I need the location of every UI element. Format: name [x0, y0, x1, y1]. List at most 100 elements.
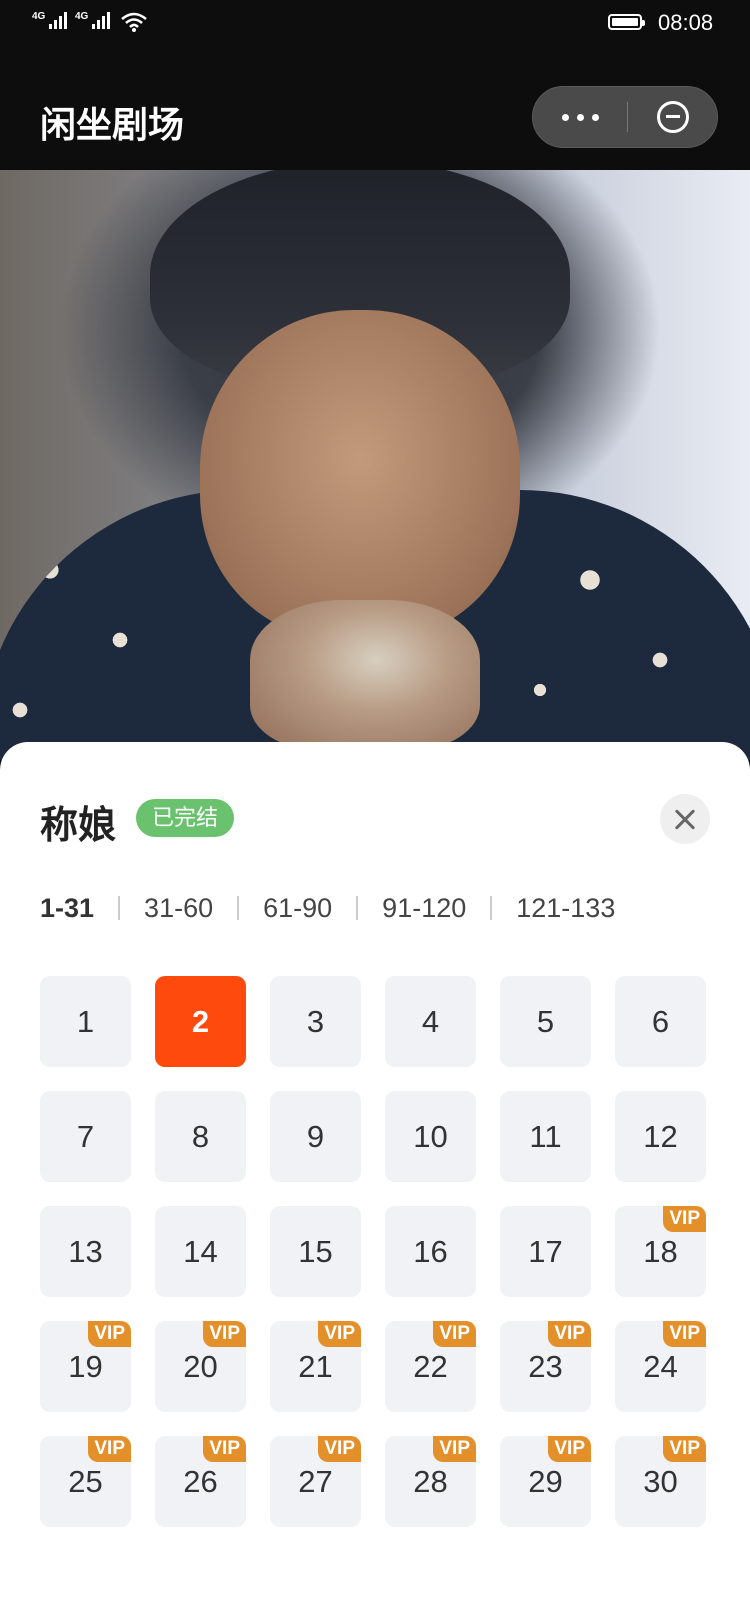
dot-icon: [561, 113, 569, 121]
close-sheet-button[interactable]: [660, 794, 710, 844]
episode-button[interactable]: 19 VIP: [40, 1321, 131, 1412]
episode-number: 24: [643, 1348, 678, 1384]
episode-button[interactable]: 15: [270, 1206, 361, 1297]
video-frame-face: [200, 310, 520, 640]
vip-badge: VIP: [663, 1321, 706, 1347]
episode-number: 18: [643, 1233, 678, 1269]
episode-button[interactable]: 20 VIP: [155, 1321, 246, 1412]
episode-button[interactable]: 1: [40, 976, 131, 1067]
episode-button[interactable]: 17: [500, 1206, 591, 1297]
range-tab[interactable]: 31-60: [144, 893, 213, 924]
episode-button[interactable]: 6: [615, 976, 706, 1067]
episode-number: 30: [643, 1463, 678, 1499]
vip-badge: VIP: [88, 1321, 131, 1347]
episode-button[interactable]: 2: [155, 976, 246, 1067]
episode-button[interactable]: 21 VIP: [270, 1321, 361, 1412]
episode-button[interactable]: 27 VIP: [270, 1436, 361, 1527]
episode-number: 9: [306, 1118, 325, 1154]
episode-number: 27: [298, 1463, 333, 1499]
episode-number: 21: [298, 1348, 333, 1384]
episode-number: 5: [536, 1003, 555, 1039]
episode-range-tabs: 1-31 31-60 61-90 91-120 121-133: [40, 890, 615, 926]
episode-number: 4: [421, 1003, 440, 1039]
drama-title: 称娘: [40, 805, 117, 847]
episode-button[interactable]: 7: [40, 1091, 131, 1182]
episode-button[interactable]: 22 VIP: [385, 1321, 476, 1412]
vip-badge: VIP: [318, 1321, 361, 1347]
episode-number: 15: [298, 1233, 333, 1269]
app-title: 闲坐剧场: [40, 104, 185, 145]
episode-button[interactable]: 4: [385, 976, 476, 1067]
vip-badge: VIP: [88, 1436, 131, 1462]
episode-button[interactable]: 29 VIP: [500, 1436, 591, 1527]
episode-button[interactable]: 16: [385, 1206, 476, 1297]
episode-number: 13: [68, 1233, 103, 1269]
episode-button[interactable]: 12: [615, 1091, 706, 1182]
wifi-icon: [121, 12, 147, 32]
network-label: 4G: [32, 11, 46, 22]
vip-badge: VIP: [663, 1206, 706, 1232]
episode-button[interactable]: 26 VIP: [155, 1436, 246, 1527]
episode-number: 28: [413, 1463, 448, 1499]
app-header: 闲坐剧场: [0, 48, 750, 170]
episode-button[interactable]: 25 VIP: [40, 1436, 131, 1527]
vip-badge: VIP: [433, 1436, 476, 1462]
episode-number: 12: [643, 1118, 678, 1154]
episode-number: 19: [68, 1348, 103, 1384]
network-label-2: 4G: [75, 11, 89, 22]
episode-number: 2: [191, 1003, 210, 1039]
episode-button[interactable]: 14: [155, 1206, 246, 1297]
dot-icon: [576, 113, 584, 121]
range-tab[interactable]: 91-120: [382, 893, 466, 924]
close-icon: [674, 808, 696, 830]
video-player[interactable]: [0, 170, 750, 760]
episode-number: 3: [306, 1003, 325, 1039]
episode-button[interactable]: 11: [500, 1091, 591, 1182]
episode-number: 25: [68, 1463, 103, 1499]
signal-icon-2: 4G: [75, 11, 111, 29]
episode-number: 1: [76, 1003, 95, 1039]
episode-button[interactable]: 5: [500, 976, 591, 1067]
episode-grid: 1 2 3 4 5 6 7 8 9 10 11 12 13 14 15 16 17 18 VIP 19 VIP 20 VIP…: [40, 976, 720, 1527]
exit-miniprogram-button[interactable]: [629, 87, 717, 147]
episode-button[interactable]: 3: [270, 976, 361, 1067]
minus-circle-icon: [657, 101, 689, 133]
episode-button[interactable]: 9: [270, 1091, 361, 1182]
episode-number: 6: [651, 1003, 670, 1039]
episode-number: 17: [528, 1233, 563, 1269]
episode-button[interactable]: 8: [155, 1091, 246, 1182]
vip-badge: VIP: [548, 1436, 591, 1462]
vip-badge: VIP: [433, 1321, 476, 1347]
episode-button[interactable]: 30 VIP: [615, 1436, 706, 1527]
dot-icon: [591, 113, 599, 121]
vip-badge: VIP: [203, 1321, 246, 1347]
episode-number: 14: [183, 1233, 218, 1269]
episode-number: 8: [191, 1118, 210, 1154]
episode-button[interactable]: 13: [40, 1206, 131, 1297]
vip-badge: VIP: [203, 1436, 246, 1462]
miniprogram-capsule: [532, 86, 718, 148]
episode-button[interactable]: 10: [385, 1091, 476, 1182]
status-bar: 4G 4G 08:08: [0, 0, 750, 48]
episode-button[interactable]: 28 VIP: [385, 1436, 476, 1527]
range-tab[interactable]: 1-31: [40, 893, 94, 924]
status-badge: 已完结: [136, 799, 235, 837]
episode-button[interactable]: 23 VIP: [500, 1321, 591, 1412]
episode-number: 11: [529, 1118, 562, 1154]
episode-number: 22: [413, 1348, 448, 1384]
episode-number: 7: [76, 1118, 95, 1154]
episode-number: 26: [183, 1463, 218, 1499]
episode-button[interactable]: 18 VIP: [615, 1206, 706, 1297]
vip-badge: VIP: [663, 1436, 706, 1462]
episode-number: 23: [528, 1348, 563, 1384]
battery-icon: [608, 14, 645, 30]
more-button[interactable]: [533, 87, 627, 147]
capsule-divider: [627, 102, 628, 132]
range-tab[interactable]: 121-133: [516, 893, 615, 924]
vip-badge: VIP: [548, 1321, 591, 1347]
episode-number: 16: [413, 1233, 448, 1269]
episode-number: 10: [413, 1118, 448, 1154]
episode-button[interactable]: 24 VIP: [615, 1321, 706, 1412]
range-tab[interactable]: 61-90: [263, 893, 332, 924]
vip-badge: VIP: [318, 1436, 361, 1462]
